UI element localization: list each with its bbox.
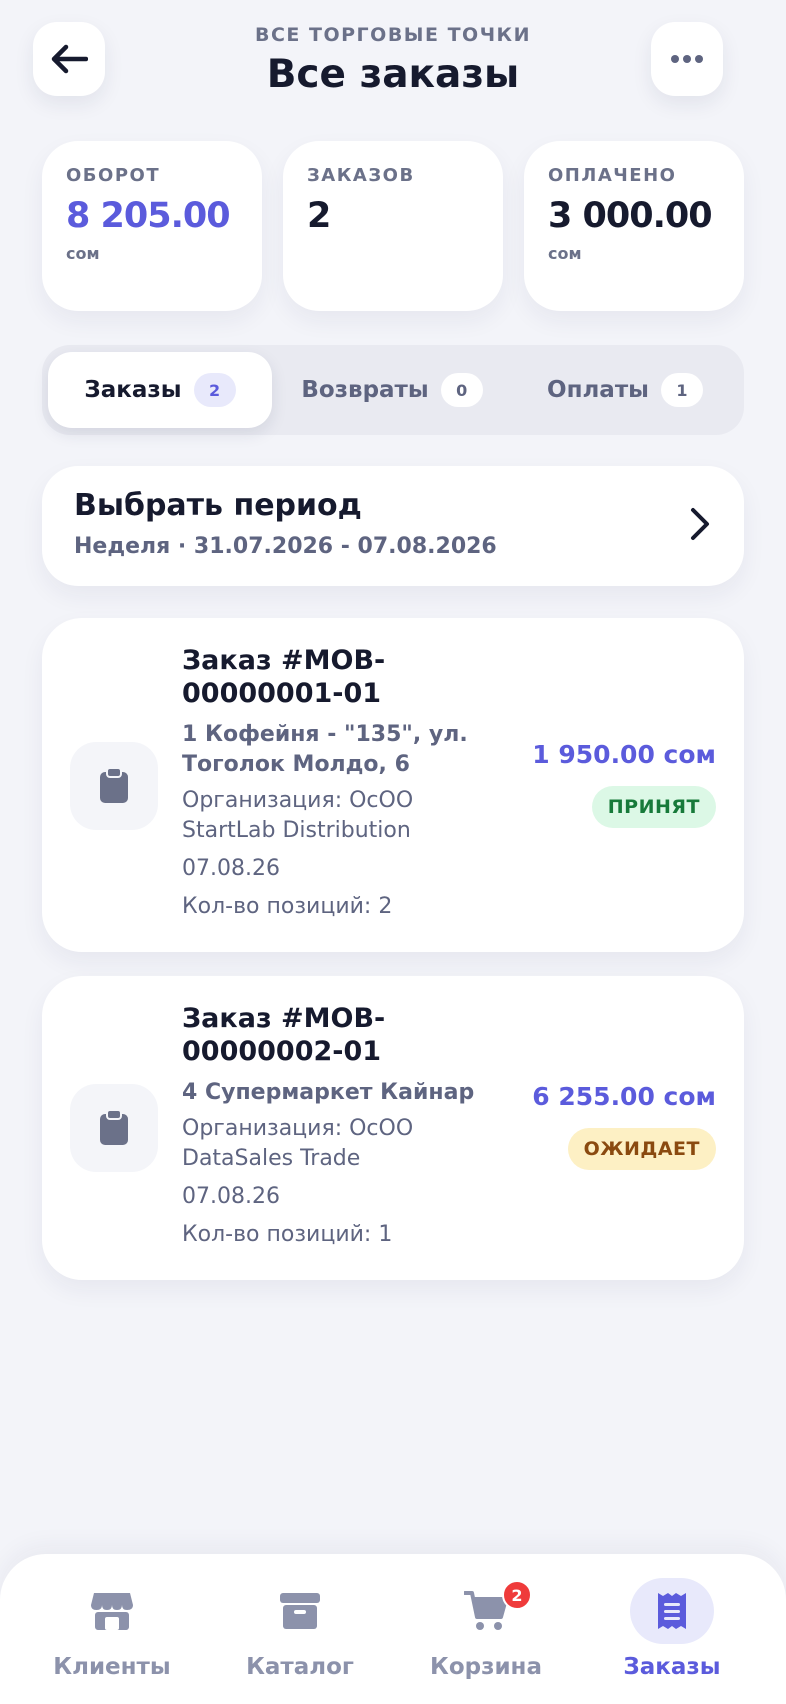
status-badge: ПРИНЯТ <box>591 786 716 828</box>
stat-value: 3 000.00 <box>548 196 713 236</box>
store-icon <box>91 1593 133 1630</box>
tab-count-badge: 1 <box>660 373 703 407</box>
order-store: 4 Супермаркет Кайнар <box>182 1080 475 1105</box>
chevron-right-icon <box>691 508 709 540</box>
nav-item-catalog[interactable]: Каталог <box>210 1578 390 1688</box>
order-date: 07.08.26 <box>182 1184 280 1209</box>
order-item-count: Кол-во позиций: 2 <box>182 894 393 919</box>
nav-item-cart[interactable]: 2 Корзина <box>396 1578 576 1688</box>
order-date: 07.08.26 <box>182 856 280 881</box>
period-title: Выбрать период <box>74 488 362 523</box>
stat-value: 8 205.00 <box>66 196 231 236</box>
stat-unit: сом <box>66 244 100 263</box>
segmented-tabs: Заказы 2 Возвраты 0 Оплаты 1 <box>42 345 744 435</box>
bottom-navigation: Клиенты Каталог 2 Корзина Заказы <box>0 1554 786 1704</box>
order-icon-wrap <box>70 742 158 830</box>
receipt-icon <box>658 1593 686 1629</box>
order-card[interactable]: Заказ #MOB-00000001-01 1 Кофейня - "135"… <box>42 618 744 952</box>
tab-label: Оплаты <box>547 377 649 403</box>
order-store: 1 Кофейня - "135", ул. Тоголок Молдо, 6 <box>182 722 468 777</box>
nav-label: Корзина <box>430 1654 542 1680</box>
stats-row: ОБОРОТ 8 205.00 сом ЗАКАЗОВ 2 ОПЛАЧЕНО 3… <box>42 141 744 311</box>
order-item-count: Кол-во позиций: 1 <box>182 1222 393 1247</box>
nav-label: Каталог <box>246 1654 354 1680</box>
order-amount: 1 950.00 сом <box>532 740 716 769</box>
nav-icon-wrap <box>630 1578 714 1644</box>
order-details: Заказ #MOB-00000002-01 4 Супермаркет Кай… <box>182 1002 512 1250</box>
order-amount: 6 255.00 сом <box>532 1082 716 1111</box>
tab-orders[interactable]: Заказы 2 <box>48 352 272 428</box>
tab-label: Возвраты <box>301 377 429 403</box>
stat-card-orders: ЗАКАЗОВ 2 <box>283 141 503 311</box>
stat-card-turnover: ОБОРОТ 8 205.00 сом <box>42 141 262 311</box>
stat-unit: сом <box>548 244 582 263</box>
nav-icon-wrap <box>258 1578 342 1644</box>
nav-icon-wrap <box>70 1578 154 1644</box>
nav-item-orders[interactable]: Заказы <box>582 1578 762 1688</box>
clipboard-icon <box>100 1110 128 1145</box>
order-organization: Организация: ОсОО DataSales Trade <box>182 1116 414 1171</box>
order-organization: Организация: ОсОО StartLab Distribution <box>182 788 414 843</box>
order-title: Заказ #MOB-00000002-01 <box>182 1003 386 1067</box>
header: ВСЕ ТОРГОВЫЕ ТОЧКИ Все заказы <box>0 22 786 98</box>
tab-count-badge: 2 <box>193 373 236 407</box>
tab-payments[interactable]: Оплаты 1 <box>512 352 738 428</box>
stat-label: ОПЛАЧЕНО <box>548 165 677 186</box>
stat-label: ОБОРОТ <box>66 165 161 186</box>
order-details: Заказ #MOB-00000001-01 1 Кофейня - "135"… <box>182 644 512 922</box>
period-picker[interactable]: Выбрать период Неделя · 31.07.2026 - 07.… <box>42 466 744 586</box>
status-badge: ОЖИДАЕТ <box>567 1128 716 1170</box>
nav-item-clients[interactable]: Клиенты <box>22 1578 202 1688</box>
period-range: Неделя · 31.07.2026 - 07.08.2026 <box>74 534 497 559</box>
stat-label: ЗАКАЗОВ <box>307 165 415 186</box>
more-horizontal-icon <box>671 55 703 63</box>
order-icon-wrap <box>70 1084 158 1172</box>
nav-label: Клиенты <box>53 1654 171 1680</box>
tab-returns[interactable]: Возвраты 0 <box>282 352 502 428</box>
clipboard-icon <box>100 768 128 803</box>
archive-box-icon <box>280 1593 320 1629</box>
order-card[interactable]: Заказ #MOB-00000002-01 4 Супермаркет Кай… <box>42 976 744 1280</box>
stat-value: 2 <box>307 196 331 236</box>
nav-label: Заказы <box>623 1654 721 1680</box>
more-button[interactable] <box>651 22 723 96</box>
cart-count-badge: 2 <box>502 1580 532 1610</box>
tab-count-badge: 0 <box>440 373 483 407</box>
order-title: Заказ #MOB-00000001-01 <box>182 645 386 709</box>
stat-card-paid: ОПЛАЧЕНО 3 000.00 сом <box>524 141 744 311</box>
tab-label: Заказы <box>84 377 182 403</box>
